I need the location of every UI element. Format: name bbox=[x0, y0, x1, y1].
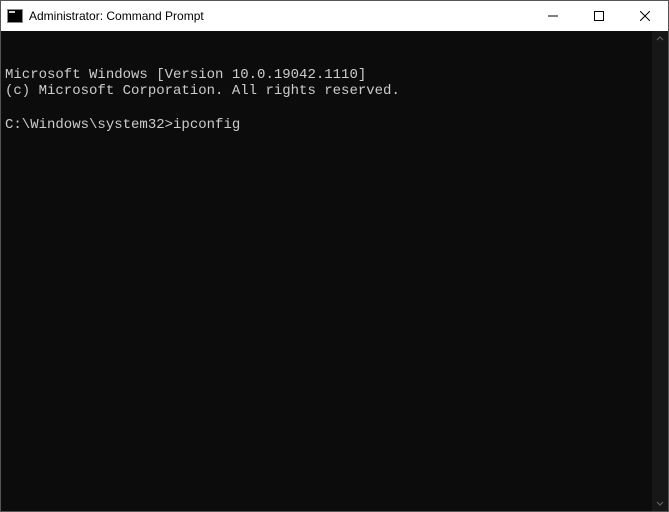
terminal-content: Microsoft Windows [Version 10.0.19042.11… bbox=[5, 67, 648, 134]
window-title: Administrator: Command Prompt bbox=[29, 9, 204, 23]
minimize-button[interactable] bbox=[530, 1, 576, 31]
scrollbar[interactable] bbox=[652, 31, 668, 511]
chevron-up-icon bbox=[656, 35, 664, 43]
maximize-button[interactable] bbox=[576, 1, 622, 31]
terminal-line: Microsoft Windows [Version 10.0.19042.11… bbox=[5, 67, 366, 83]
window-controls bbox=[530, 1, 668, 31]
minimize-icon bbox=[548, 11, 558, 21]
command-prompt-window: Administrator: Command Prompt Microsoft bbox=[0, 0, 669, 512]
app-icon bbox=[7, 8, 23, 24]
terminal-line: (c) Microsoft Corporation. All rights re… bbox=[5, 83, 400, 99]
scroll-up-button[interactable] bbox=[652, 31, 668, 47]
terminal-command: ipconfig bbox=[173, 117, 240, 133]
scroll-down-button[interactable] bbox=[652, 495, 668, 511]
maximize-icon bbox=[594, 11, 604, 21]
chevron-down-icon bbox=[656, 499, 664, 507]
close-icon bbox=[640, 11, 650, 21]
terminal-area[interactable]: Microsoft Windows [Version 10.0.19042.11… bbox=[1, 31, 668, 511]
terminal-prompt: C:\Windows\system32> bbox=[5, 117, 173, 133]
close-button[interactable] bbox=[622, 1, 668, 31]
titlebar[interactable]: Administrator: Command Prompt bbox=[1, 1, 668, 31]
